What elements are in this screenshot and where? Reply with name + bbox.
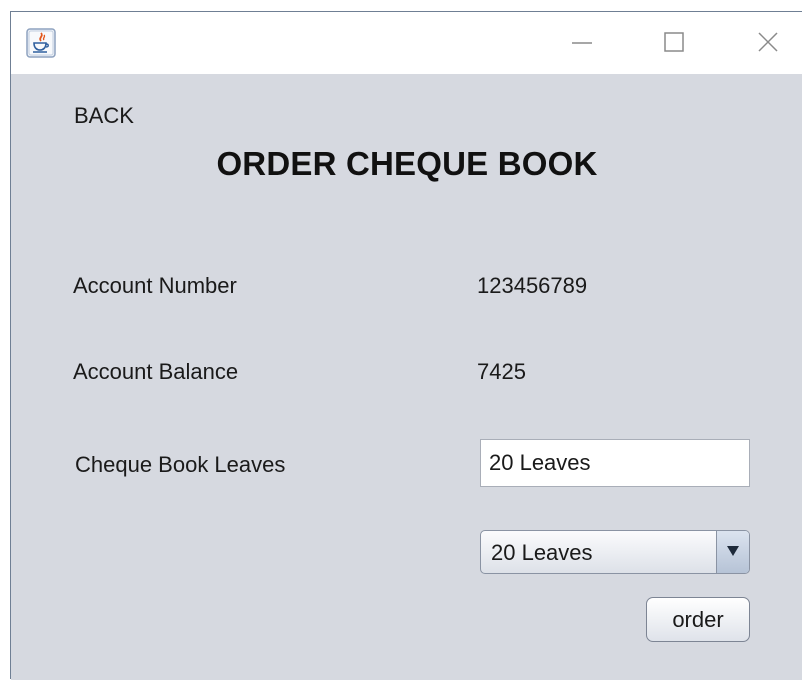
content-panel: BACK ORDER CHEQUE BOOK Account Number 12… bbox=[11, 74, 802, 680]
cheque-leaves-field[interactable] bbox=[480, 439, 750, 487]
minimize-icon bbox=[560, 42, 604, 66]
account-number-label: Account Number bbox=[73, 273, 237, 298]
cheque-leaves-dropdown[interactable]: 20 Leaves bbox=[480, 530, 750, 574]
back-link[interactable]: BACK bbox=[74, 103, 134, 129]
app-window: BACK ORDER CHEQUE BOOK Account Number 12… bbox=[10, 11, 802, 680]
order-button[interactable]: order bbox=[646, 597, 750, 642]
close-button[interactable] bbox=[746, 24, 790, 62]
dropdown-arrow-button[interactable] bbox=[716, 531, 749, 573]
maximize-button[interactable] bbox=[652, 24, 696, 62]
dropdown-selected-value: 20 Leaves bbox=[491, 540, 593, 565]
account-number-value: 123456789 bbox=[477, 273, 588, 298]
account-balance-value: 7425 bbox=[477, 359, 526, 384]
account-balance-label: Account Balance bbox=[73, 359, 239, 384]
page-title: ORDER CHEQUE BOOK bbox=[216, 145, 598, 182]
close-icon bbox=[746, 32, 790, 66]
maximize-icon bbox=[652, 32, 696, 66]
java-icon bbox=[26, 28, 56, 58]
title-bar bbox=[11, 12, 802, 74]
minimize-button[interactable] bbox=[560, 24, 604, 62]
cheque-leaves-label: Cheque Book Leaves bbox=[75, 452, 286, 477]
